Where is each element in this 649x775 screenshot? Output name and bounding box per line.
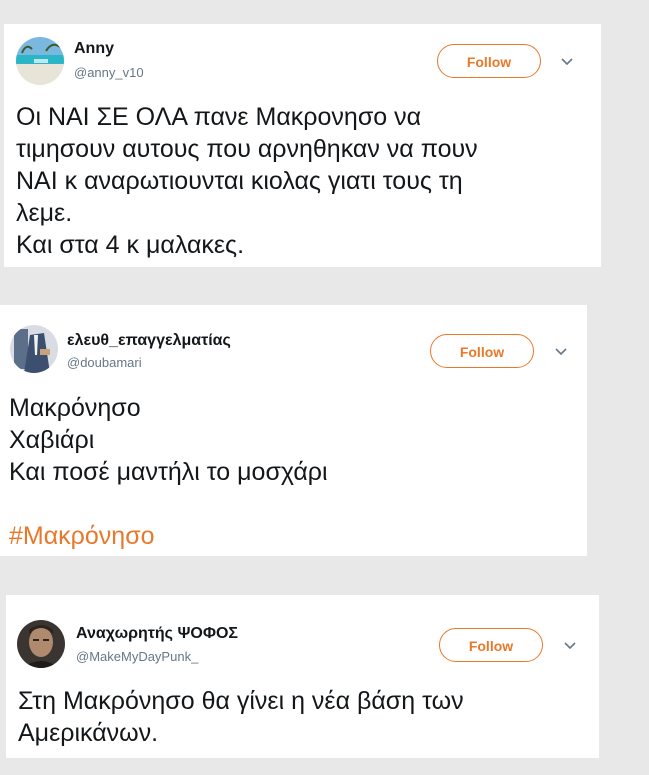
user-handle[interactable]: @anny_v10	[74, 65, 144, 80]
tweet-text-line: Και ποσέ μαντήλι το μοσχάρι	[9, 458, 328, 486]
suited-man-photo-icon	[10, 325, 58, 373]
follow-button[interactable]: Follow	[430, 334, 534, 368]
tweet-text-line: Στη Μακρόνησο θα γίνει η νέα βάση των	[18, 687, 464, 715]
display-name[interactable]: ελευθ_επαγγελματίας	[67, 332, 231, 350]
avatar[interactable]	[10, 325, 58, 373]
tweet-card: ελευθ_επαγγελματίας @doubamari Follow Μα…	[0, 305, 587, 556]
hashtag-link[interactable]: #Μακρόνησο	[9, 520, 328, 552]
display-name[interactable]: Anny	[74, 40, 114, 58]
tweet-text-line: Οι ΝΑΙ ΣΕ ΟΛΑ πανε Μακρονησο να	[16, 103, 422, 131]
chevron-down-icon[interactable]	[553, 344, 569, 360]
avatar[interactable]	[17, 620, 65, 668]
tweet-text-line: Χαβιάρι	[9, 426, 95, 454]
tweet-text: Στη Μακρόνησο θα γίνει η νέα βάση των Αμ…	[18, 685, 464, 749]
avatar[interactable]	[16, 37, 64, 85]
beach-photo-icon	[16, 37, 64, 85]
tweet-card: Anny @anny_v10 Follow Οι ΝΑΙ ΣΕ ΟΛΑ πανε…	[4, 24, 601, 267]
tweet-text-line: Αμερικάνων.	[18, 719, 159, 747]
tweet-text: Οι ΝΑΙ ΣΕ ΟΛΑ πανε Μακρονησο να τιμησουν…	[16, 101, 478, 261]
tweet-text-line: ΝΑΙ κ αναρωτιουνται κιολας γιατι τους τη	[16, 167, 463, 195]
man-portrait-photo-icon	[17, 620, 65, 668]
tweet-text: Μακρόνησο Χαβιάρι Και ποσέ μαντήλι το μο…	[9, 392, 328, 552]
tweet-card: Αναχωρητής ΨΟΦΟΣ @MakeMyDayPunk_ Follow …	[6, 595, 599, 758]
user-handle[interactable]: @MakeMyDayPunk_	[76, 649, 198, 664]
tweet-text-line: τιμησουν αυτους που αρνηθηκαν να πουν	[16, 135, 478, 163]
tweet-text-line: Και στα 4 κ μαλακες.	[16, 231, 245, 259]
follow-button[interactable]: Follow	[439, 628, 543, 662]
chevron-down-icon[interactable]	[562, 638, 578, 654]
tweet-text-line: λεμε.	[16, 199, 73, 227]
tweet-text-line: Μακρόνησο	[9, 394, 141, 422]
follow-button[interactable]: Follow	[437, 44, 541, 78]
display-name[interactable]: Αναχωρητής ΨΟΦΟΣ	[76, 625, 238, 643]
chevron-down-icon[interactable]	[559, 54, 575, 70]
user-handle[interactable]: @doubamari	[67, 355, 142, 370]
